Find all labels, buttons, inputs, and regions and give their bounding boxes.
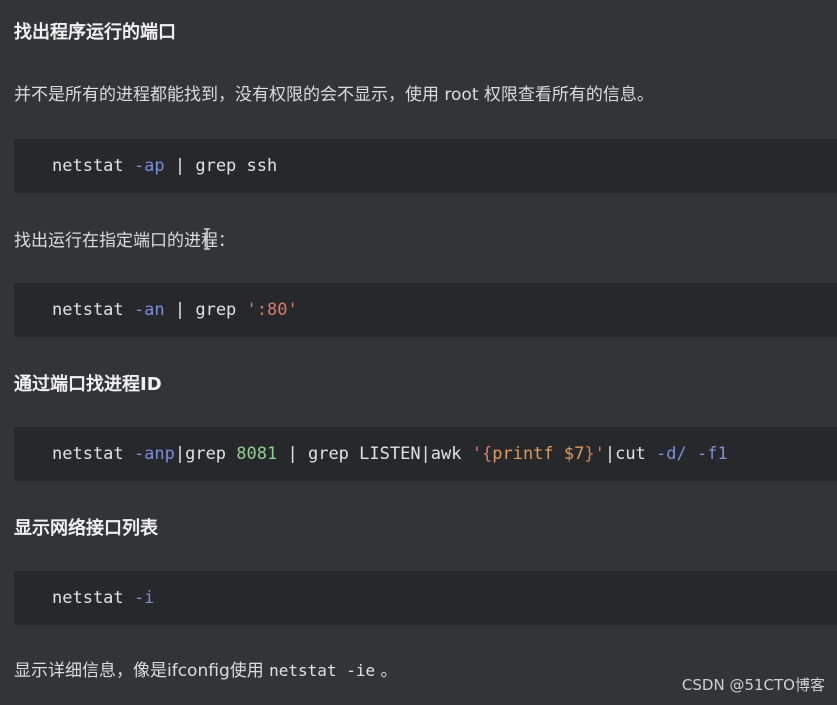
code-block-netstat-i: netstat -i (14, 571, 837, 625)
paragraph-text: 。 (380, 661, 398, 681)
code-awk-body: printf $7 (492, 444, 585, 464)
inline-code: netstat -ie (269, 661, 376, 680)
code-command: netstat (52, 156, 124, 176)
code-text: |grep (174, 444, 227, 464)
code-option: -an (133, 300, 165, 320)
code-command: netstat (52, 588, 124, 608)
code-command: netstat (52, 444, 124, 464)
code-block-netstat-ap: netstat -ap | grep ssh (14, 139, 837, 193)
code-block-netstat-an: netstat -an | grep ':80' (14, 283, 837, 337)
code-block-netstat-anp-grep: netstat -anp |grep 8081 | grep LISTEN|awk… (14, 427, 837, 481)
watermark: CSDN @51CTO博客 (681, 676, 825, 694)
section-heading-interface-list: 显示网络接口列表 (14, 518, 158, 539)
code-string: ':80' (246, 300, 298, 320)
paragraph-text: 显示详细信息，像是ifconfig使用 (14, 661, 264, 681)
code-awk-open: '{ (471, 444, 493, 464)
code-option: -f1 (697, 444, 728, 464)
code-option: -anp (133, 444, 175, 464)
section-heading-find-port: 找出程序运行的端口 (14, 22, 176, 43)
text-cursor-icon (204, 228, 210, 250)
code-text: |cut (604, 444, 646, 464)
code-awk-close: }' (584, 444, 605, 464)
section-heading-port-to-pid: 通过端口找进程ID (14, 374, 162, 395)
paragraph-detailed-info: 显示详细信息，像是ifconfig使用 netstat -ie 。 (14, 656, 398, 681)
paragraph-permissions-note: 并不是所有的进程都能找到，没有权限的会不显示，使用 root 权限查看所有的信息… (14, 85, 654, 105)
code-text: | grep ssh (174, 156, 278, 176)
code-option: -ap (133, 156, 165, 176)
code-option: -d/ (656, 444, 687, 464)
code-command: netstat (52, 300, 124, 320)
code-number: 8081 (236, 444, 278, 464)
code-text: | grep (174, 300, 237, 320)
code-option: -i (133, 588, 155, 608)
code-text: | grep LISTEN|awk (287, 444, 462, 464)
